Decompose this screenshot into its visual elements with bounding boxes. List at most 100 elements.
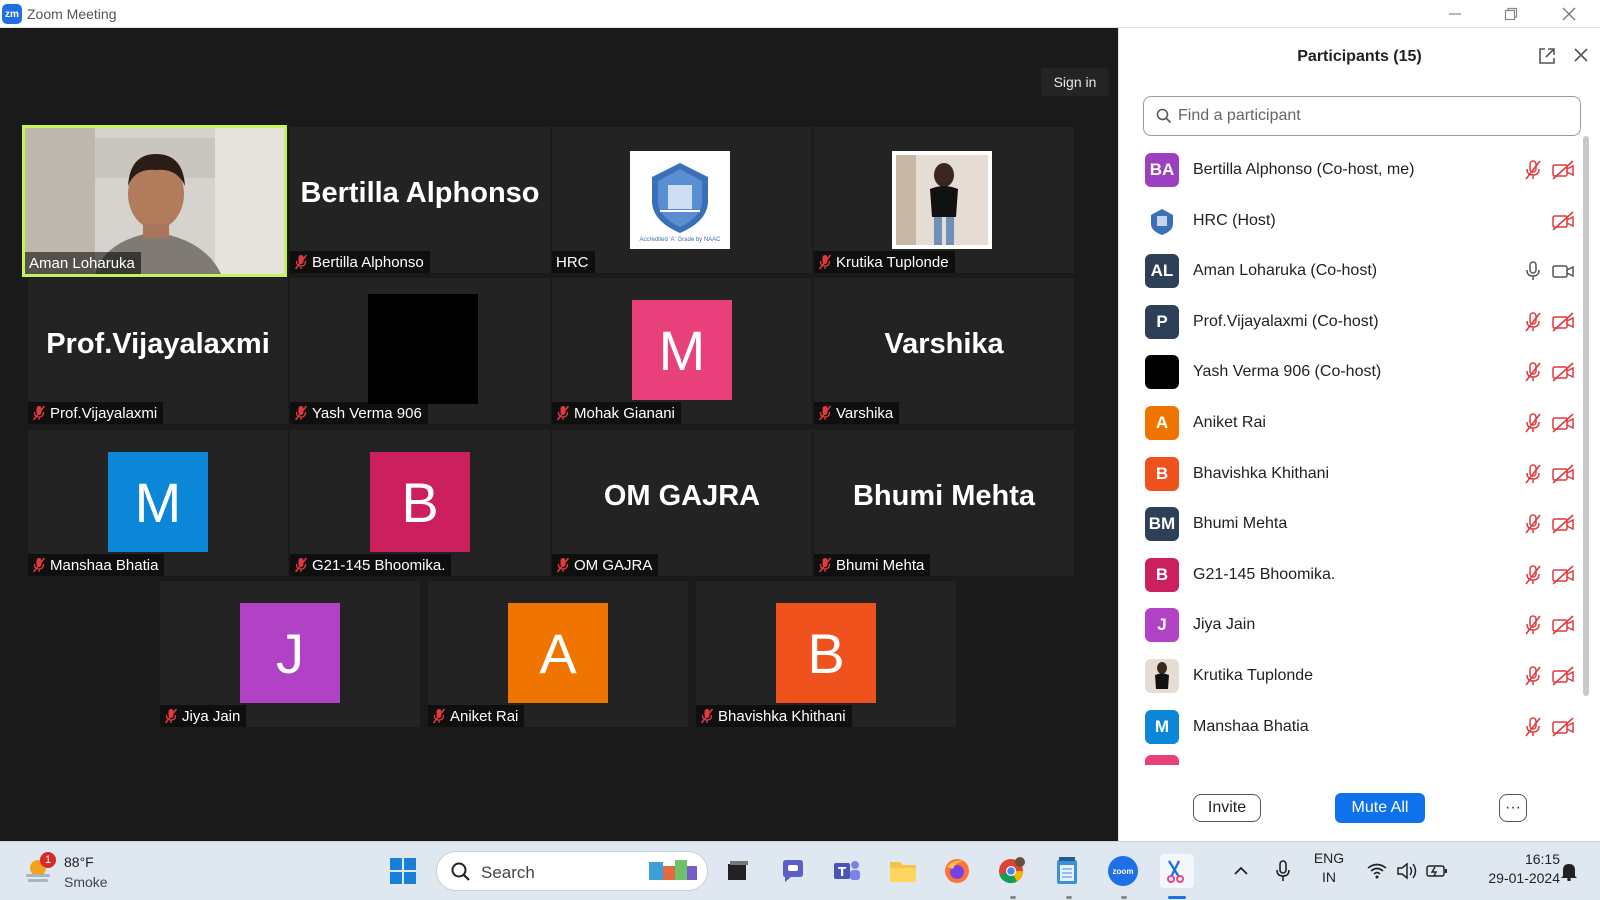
participant-row[interactable]: AL Aman Loharuka (Co-host): [1143, 245, 1579, 297]
taskbar-app-notepad[interactable]: [1050, 854, 1084, 888]
tile-display-name: Bhumi Mehta: [852, 479, 1036, 512]
taskbar-app-chat[interactable]: [776, 854, 810, 888]
video-tile-aman[interactable]: Aman Loharuka: [22, 125, 287, 277]
mic-muted-icon: [294, 557, 308, 573]
show-hidden-icons-button[interactable]: [1224, 854, 1258, 888]
video-off-icon: [1552, 362, 1574, 382]
search-input[interactable]: [1178, 107, 1558, 125]
search-highlight-icon: [649, 860, 697, 880]
mute-all-button[interactable]: Mute All: [1335, 793, 1425, 823]
tile-name-label: OM GAJRA: [552, 554, 659, 576]
close-panel-button[interactable]: [1569, 44, 1593, 68]
network-button[interactable]: [1360, 854, 1394, 888]
participant-avatar: P: [1145, 304, 1179, 339]
participant-row[interactable]: M Manshaa Bhatia: [1143, 701, 1579, 753]
start-button[interactable]: [386, 854, 420, 888]
search-label: Search: [481, 863, 535, 882]
video-tile-varshika[interactable]: Varshika Varshika: [814, 278, 1074, 424]
find-participant-field[interactable]: [1143, 96, 1581, 136]
video-tile-yash[interactable]: Yash Verma 906: [290, 278, 550, 424]
invite-button[interactable]: Invite: [1193, 794, 1261, 822]
notepad-icon: [1057, 857, 1077, 884]
mic-muted-icon: [1525, 565, 1541, 585]
participant-row[interactable]: BM Bhumi Mehta: [1143, 498, 1579, 550]
more-options-button[interactable]: ···: [1499, 794, 1527, 822]
taskbar-app-teams[interactable]: T: [830, 854, 864, 888]
participant-name: Krutika Tuplonde: [1193, 667, 1314, 684]
mic-muted-icon: [164, 708, 178, 724]
video-tile-aniket[interactable]: A Aniket Rai: [428, 581, 688, 727]
video-tile-bhoomika[interactable]: B G21-145 Bhoomika.: [290, 430, 550, 576]
participant-list-scrollbar[interactable]: [1583, 136, 1589, 696]
video-tile-krutika[interactable]: Krutika Tuplonde: [814, 127, 1074, 273]
video-off-icon: [1552, 666, 1574, 686]
firefox-icon: [945, 859, 969, 883]
taskbar-app-chrome[interactable]: [994, 854, 1028, 888]
participant-status-icons: [1523, 564, 1575, 586]
mic-muted-icon: [556, 557, 570, 573]
video-tile-manshaa[interactable]: M Manshaa Bhatia: [28, 430, 288, 576]
participant-avatar: A: [1145, 406, 1179, 440]
video-tile-bertilla[interactable]: Bertilla Alphonso Bertilla Alphonso: [290, 127, 550, 273]
participant-row[interactable]: BA Bertilla Alphonso (Co-host, me): [1143, 144, 1579, 196]
tile-name-label: Bhumi Mehta: [814, 554, 931, 576]
sign-in-button[interactable]: Sign in: [1041, 68, 1109, 96]
participant-avatar: BM: [1145, 507, 1179, 542]
participant-name: Bhavishka Khithani: [1193, 464, 1330, 482]
restore-button[interactable]: [1488, 0, 1534, 28]
video-tile-bhavishka[interactable]: B Bhavishka Khithani: [696, 581, 956, 727]
battery-button[interactable]: [1420, 854, 1454, 888]
mic-muted-icon: [294, 405, 308, 421]
microphone-tray-button[interactable]: [1266, 854, 1300, 888]
mic-muted-icon: [818, 254, 832, 270]
mic-muted-icon: [700, 708, 714, 724]
chat-icon: [783, 860, 803, 882]
video-tile-vijayalaxmi[interactable]: Prof.Vijayalaxmi Prof.Vijayalaxmi: [28, 278, 288, 424]
participant-name: Prof.Vijayalaxmi (Co-host): [1193, 312, 1379, 330]
minimize-button[interactable]: [1432, 0, 1478, 28]
language-indicator[interactable]: ENG IN: [1308, 850, 1350, 885]
taskbar-app-file-explorer[interactable]: [886, 854, 920, 888]
participant-row[interactable]: B Bhavishka Khithani: [1143, 448, 1579, 500]
notifications-button[interactable]: [1552, 854, 1586, 888]
black-avatar: [368, 294, 478, 404]
video-tile-jiya[interactable]: J Jiya Jain: [160, 581, 420, 727]
popout-button[interactable]: [1537, 46, 1559, 68]
video-tile-hrc[interactable]: Accredited 'A' Grade by NAAC HRC: [552, 127, 812, 273]
bell-icon: [1561, 864, 1577, 881]
volume-button[interactable]: [1390, 854, 1424, 888]
taskbar-app-snipping-tool[interactable]: [1160, 854, 1194, 888]
video-tile-bhumi[interactable]: Bhumi Mehta Bhumi Mehta: [814, 430, 1074, 576]
taskbar-app-zoom[interactable]: zoom: [1106, 854, 1140, 888]
video-tile-mohak[interactable]: M Mohak Gianani: [552, 278, 812, 424]
participant-status-icons: [1523, 159, 1575, 181]
taskbar-search[interactable]: Search: [436, 851, 708, 891]
participant-row[interactable]: Krutika Tuplonde: [1143, 650, 1579, 702]
taskbar-app-firefox[interactable]: [940, 854, 974, 888]
taskbar-app-task-view[interactable]: [720, 854, 754, 888]
tile-name-label: Krutika Tuplonde: [814, 251, 955, 273]
participant-row[interactable]: B G21-145 Bhoomika.: [1143, 549, 1579, 601]
participant-row[interactable]: P Prof.Vijayalaxmi (Co-host): [1143, 296, 1579, 348]
mic-muted-icon: [818, 405, 832, 421]
video-tile-om-gajra[interactable]: OM GAJRA OM GAJRA: [552, 430, 812, 576]
running-indicator: [1121, 896, 1127, 899]
participant-status-icons: [1523, 665, 1575, 687]
close-window-button[interactable]: [1546, 0, 1592, 28]
participant-row[interactable]: HRC (Host): [1143, 195, 1579, 247]
avatar-letter: A: [508, 603, 608, 703]
participant-avatar: B: [1145, 456, 1179, 491]
tile-name-label: Aman Loharuka: [25, 252, 141, 274]
tile-name-label: Varshika: [814, 402, 900, 424]
clock[interactable]: 16:15 29-01-2024: [1468, 851, 1560, 886]
participant-status-icons: [1523, 716, 1575, 738]
mic-muted-icon: [1525, 666, 1541, 686]
participant-row[interactable]: J Jiya Jain: [1143, 599, 1579, 651]
taskbar: 1 88°F Smoke Search T zoom ENG IN 16:15 …: [0, 841, 1600, 900]
participant-avatar: AL: [1145, 254, 1179, 289]
participant-row[interactable]: Yash Verma 906 (Co-host): [1143, 346, 1579, 398]
participant-row[interactable]: A Aniket Rai: [1143, 397, 1579, 449]
tile-name-label: Jiya Jain: [160, 705, 247, 727]
weather-widget[interactable]: 1 88°F Smoke: [20, 852, 140, 892]
participants-panel: Participants (15) BABertilla Alphonso (C…: [1118, 28, 1600, 841]
